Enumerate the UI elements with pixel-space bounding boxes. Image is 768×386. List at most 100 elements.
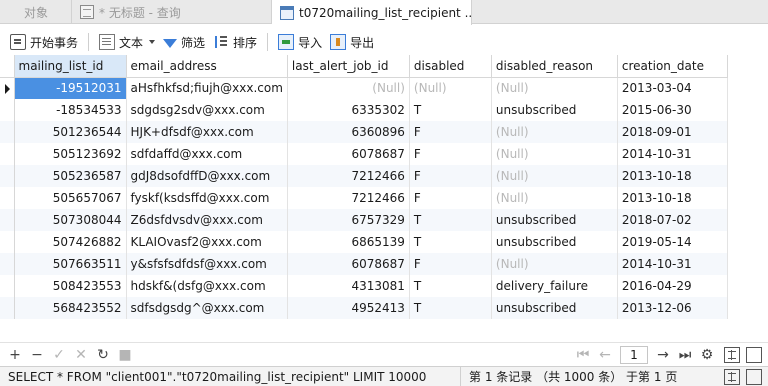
cell-email-address[interactable]: HJK+dfsdf@xxx.com <box>126 121 288 143</box>
table-row[interactable]: 505123692 sdfdaffd@xxx.com 6078687 F (Null) 2… <box>0 143 728 165</box>
row-header[interactable] <box>0 187 15 209</box>
stop-button[interactable]: ■ <box>114 344 136 366</box>
cell-disabled[interactable]: T <box>409 275 492 297</box>
cell-mailing-list-id[interactable]: 507308044 <box>14 209 127 231</box>
discard-changes-button[interactable]: ✕ <box>70 344 92 366</box>
column-header-disabled-reason[interactable]: disabled_reason <box>491 55 618 78</box>
cell-last-alert-job-id[interactable]: 6865139 <box>287 231 410 253</box>
cell-last-alert-job-id[interactable]: 6078687 <box>287 253 410 275</box>
cell-disabled[interactable]: F <box>409 253 492 275</box>
add-record-button[interactable]: + <box>4 344 26 366</box>
cell-email-address[interactable]: sdgdsg2sdv@xxx.com <box>126 99 288 121</box>
cell-disabled[interactable]: F <box>409 121 492 143</box>
filter-button[interactable]: 筛选 <box>159 29 209 55</box>
cell-disabled-reason[interactable]: delivery_failure <box>491 275 618 297</box>
cell-mailing-list-id[interactable]: 568423552 <box>14 297 127 319</box>
table-row[interactable]: 505657067 fyskf(ksdsffd@xxx.com 7212466 F (N… <box>0 187 728 209</box>
row-header[interactable] <box>0 121 15 143</box>
table-row[interactable]: 507426882 KLAIOvasf2@xxx.com 6865139 Tunsub… <box>0 231 728 253</box>
table-row[interactable]: 508423553 hdskf&(dsfg@xxx.com 4313081 Tdeli… <box>0 275 728 297</box>
row-header[interactable] <box>0 297 15 319</box>
cell-disabled[interactable]: F <box>409 165 492 187</box>
cell-creation-date[interactable]: 2014-10-31 <box>617 253 728 275</box>
cell-mailing-list-id[interactable]: 508423553 <box>14 275 127 297</box>
table-row[interactable]: 507308044 Z6dsfdvsdv@xxx.com 6757329 Tunsub… <box>0 209 728 231</box>
row-header[interactable] <box>0 231 15 253</box>
cell-email-address[interactable]: fyskf(ksdsffd@xxx.com <box>126 187 288 209</box>
column-header-disabled[interactable]: disabled <box>409 55 492 78</box>
cell-mailing-list-id[interactable]: 501236544 <box>14 121 127 143</box>
cell-disabled-reason[interactable]: unsubscribed <box>491 297 618 319</box>
status-grid-view-icon[interactable] <box>724 368 740 385</box>
row-header[interactable] <box>0 253 15 275</box>
cell-disabled-reason[interactable]: (Null) <box>491 253 618 275</box>
row-header[interactable] <box>0 143 15 165</box>
cell-email-address[interactable]: y&sfsfsdfdsf@xxx.com <box>126 253 288 275</box>
grid-view-icon[interactable] <box>724 346 740 363</box>
column-header-last-alert-job-id[interactable]: last_alert_job_id <box>287 55 410 78</box>
cell-creation-date[interactable]: 2013-12-06 <box>617 297 728 319</box>
delete-record-button[interactable]: − <box>26 344 48 366</box>
cell-disabled-reason[interactable]: (Null) <box>491 143 618 165</box>
import-button[interactable]: 导入 <box>274 29 326 55</box>
cell-disabled[interactable]: T <box>409 231 492 253</box>
table-row[interactable]: 507663511 y&sfsfsdfdsf@xxx.com 6078687 F (Nu… <box>0 253 728 275</box>
cell-disabled[interactable]: T <box>409 209 492 231</box>
table-row[interactable]: -18534533 sdgdsg2sdv@xxx.com 6335302 Tunsub… <box>0 99 728 121</box>
cell-email-address[interactable]: hdskf&(dsfg@xxx.com <box>126 275 288 297</box>
begin-transaction-button[interactable]: 开始事务 <box>6 29 82 55</box>
cell-disabled[interactable]: T <box>409 297 492 319</box>
table-row[interactable]: 501236544 HJK+dfsdf@xxx.com 6360896 F (Null)… <box>0 121 728 143</box>
cell-last-alert-job-id[interactable]: 7212466 <box>287 165 410 187</box>
tab-table-recipient[interactable]: t0720mailing_list_recipient ... <box>272 0 472 25</box>
tab-untitled-query[interactable]: * 无标题 - 查询 <box>72 0 272 24</box>
cell-email-address[interactable]: sdfsdgsdg^@xxx.com <box>126 297 288 319</box>
row-header[interactable] <box>0 99 15 121</box>
cell-mailing-list-id[interactable]: 505236587 <box>14 165 127 187</box>
table-row[interactable]: 505236587 gdJ8dsofdffD@xxx.com 7212466 F (Nu… <box>0 165 728 187</box>
previous-page-button[interactable]: ← <box>594 344 616 366</box>
form-view-icon[interactable] <box>746 346 762 363</box>
cell-mailing-list-id[interactable]: 507426882 <box>14 231 127 253</box>
cell-disabled-reason[interactable]: (Null) <box>491 77 618 99</box>
row-header[interactable] <box>0 209 15 231</box>
cell-email-address[interactable]: gdJ8dsofdffD@xxx.com <box>126 165 288 187</box>
cell-creation-date[interactable]: 2018-09-01 <box>617 121 728 143</box>
cell-last-alert-job-id[interactable]: 7212466 <box>287 187 410 209</box>
cell-mailing-list-id[interactable]: 507663511 <box>14 253 127 275</box>
settings-button[interactable]: ⚙ <box>696 344 718 366</box>
status-form-view-icon[interactable] <box>746 368 762 385</box>
cell-email-address[interactable]: Z6dsfdvsdv@xxx.com <box>126 209 288 231</box>
cell-last-alert-job-id[interactable]: 6360896 <box>287 121 410 143</box>
cell-creation-date[interactable]: 2016-04-29 <box>617 275 728 297</box>
text-view-button[interactable]: 文本 <box>95 29 159 55</box>
last-page-button[interactable]: ⏭ <box>674 344 696 366</box>
cell-last-alert-job-id[interactable]: 4313081 <box>287 275 410 297</box>
page-number-input[interactable]: 1 <box>620 345 648 364</box>
cell-creation-date[interactable]: 2018-07-02 <box>617 209 728 231</box>
tab-objects[interactable]: 对象 <box>0 0 72 24</box>
next-page-button[interactable]: → <box>652 344 674 366</box>
table-row[interactable]: -19512031 aHsfhkfsd;fiujh@xxx.com (Null) (N… <box>0 77 728 99</box>
column-header-email-address[interactable]: email_address <box>126 55 288 78</box>
cell-disabled-reason[interactable]: unsubscribed <box>491 209 618 231</box>
export-button[interactable]: 导出 <box>326 29 378 55</box>
cell-mailing-list-id[interactable]: 505657067 <box>14 187 127 209</box>
cell-creation-date[interactable]: 2019-05-14 <box>617 231 728 253</box>
cell-email-address[interactable]: KLAIOvasf2@xxx.com <box>126 231 288 253</box>
cell-email-address[interactable]: sdfdaffd@xxx.com <box>126 143 288 165</box>
table-row[interactable]: 568423552 sdfsdgsdg^@xxx.com 4952413 Tunsub… <box>0 297 728 319</box>
cell-mailing-list-id[interactable]: -18534533 <box>14 99 127 121</box>
cell-last-alert-job-id[interactable]: (Null) <box>287 77 410 99</box>
row-header[interactable] <box>0 165 15 187</box>
cell-disabled[interactable]: F <box>409 143 492 165</box>
cell-creation-date[interactable]: 2014-10-31 <box>617 143 728 165</box>
cell-creation-date[interactable]: 2013-03-04 <box>617 77 728 99</box>
cell-last-alert-job-id[interactable]: 4952413 <box>287 297 410 319</box>
apply-changes-button[interactable]: ✓ <box>48 344 70 366</box>
row-header[interactable] <box>0 77 15 99</box>
cell-last-alert-job-id[interactable]: 6078687 <box>287 143 410 165</box>
cell-disabled-reason[interactable]: unsubscribed <box>491 231 618 253</box>
cell-disabled[interactable]: T <box>409 99 492 121</box>
refresh-button[interactable]: ↻ <box>92 344 114 366</box>
